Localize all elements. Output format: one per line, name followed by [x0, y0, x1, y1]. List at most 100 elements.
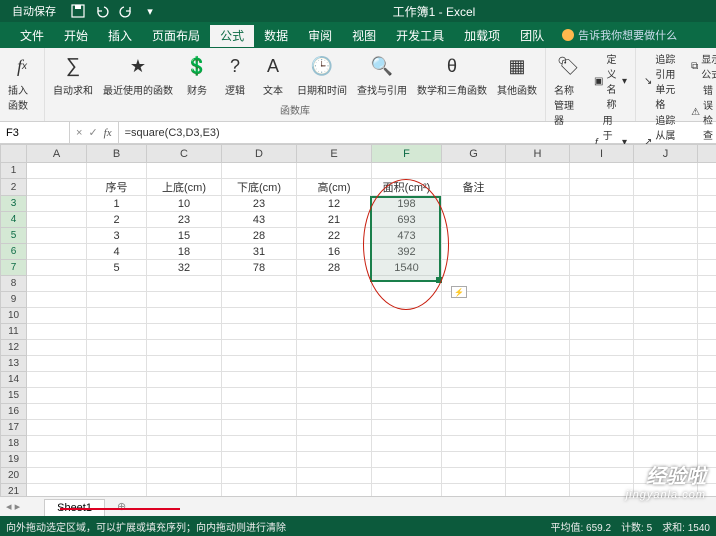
cell-E13[interactable] — [297, 356, 372, 372]
cell-J18[interactable] — [634, 436, 698, 452]
cell-D20[interactable] — [222, 468, 297, 484]
cell-D8[interactable] — [222, 276, 297, 292]
datetime-button[interactable]: 🕒日期和时间 — [293, 50, 351, 99]
cell-D11[interactable] — [222, 324, 297, 340]
sheet-nav-icon[interactable]: ◂ ▸ — [6, 500, 20, 513]
cell-H12[interactable] — [506, 340, 570, 356]
cell-J19[interactable] — [634, 452, 698, 468]
cell-A12[interactable] — [27, 340, 87, 356]
cell-B3[interactable]: 1 — [87, 196, 147, 212]
cell-I7[interactable] — [570, 260, 634, 276]
cell-G16[interactable] — [442, 404, 506, 420]
row-header-21[interactable]: 21 — [1, 484, 27, 497]
cell-B2[interactable]: 序号 — [87, 179, 147, 196]
cell-I18[interactable] — [570, 436, 634, 452]
cell-K2[interactable] — [698, 179, 716, 196]
cell-E18[interactable] — [297, 436, 372, 452]
cell-J8[interactable] — [634, 276, 698, 292]
cell-J7[interactable] — [634, 260, 698, 276]
row-header-5[interactable]: 5 — [1, 228, 27, 244]
ribbon-tab-10[interactable]: 团队 — [510, 25, 554, 47]
cell-D4[interactable]: 43 — [222, 212, 297, 228]
cell-H2[interactable] — [506, 179, 570, 196]
cell-K14[interactable] — [698, 372, 716, 388]
cell-J11[interactable] — [634, 324, 698, 340]
cell-K20[interactable] — [698, 468, 716, 484]
cell-H6[interactable] — [506, 244, 570, 260]
cell-F9[interactable] — [372, 292, 442, 308]
row-header-6[interactable]: 6 — [1, 244, 27, 260]
cell-K16[interactable] — [698, 404, 716, 420]
row-header-15[interactable]: 15 — [1, 388, 27, 404]
cell-K8[interactable] — [698, 276, 716, 292]
cell-J20[interactable] — [634, 468, 698, 484]
cell-C2[interactable]: 上底(cm) — [147, 179, 222, 196]
cell-H17[interactable] — [506, 420, 570, 436]
cell-F2[interactable]: 面积(cm²) — [372, 179, 442, 196]
cell-A15[interactable] — [27, 388, 87, 404]
save-icon[interactable] — [70, 3, 86, 19]
logical-button[interactable]: ?逻辑 — [217, 50, 253, 99]
cell-C14[interactable] — [147, 372, 222, 388]
cell-H18[interactable] — [506, 436, 570, 452]
cell-J12[interactable] — [634, 340, 698, 356]
cell-D5[interactable]: 28 — [222, 228, 297, 244]
cell-G2[interactable]: 备注 — [442, 179, 506, 196]
tell-me[interactable]: 告诉我你想要做什么 — [562, 27, 677, 43]
row-header-8[interactable]: 8 — [1, 276, 27, 292]
cell-G12[interactable] — [442, 340, 506, 356]
cell-E14[interactable] — [297, 372, 372, 388]
cell-K13[interactable] — [698, 356, 716, 372]
cell-G13[interactable] — [442, 356, 506, 372]
cell-H21[interactable] — [506, 484, 570, 497]
cell-F21[interactable] — [372, 484, 442, 497]
cell-I17[interactable] — [570, 420, 634, 436]
cell-C5[interactable]: 15 — [147, 228, 222, 244]
math-button[interactable]: θ数学和三角函数 — [413, 50, 491, 99]
cell-I4[interactable] — [570, 212, 634, 228]
row-header-10[interactable]: 10 — [1, 308, 27, 324]
cell-A1[interactable] — [27, 163, 87, 179]
cell-J10[interactable] — [634, 308, 698, 324]
col-header-D[interactable]: D — [222, 145, 297, 163]
sheet-add-button[interactable]: ⊕ — [117, 500, 126, 513]
cell-H5[interactable] — [506, 228, 570, 244]
cell-K17[interactable] — [698, 420, 716, 436]
row-header-7[interactable]: 7 — [1, 260, 27, 276]
cell-D12[interactable] — [222, 340, 297, 356]
cell-I1[interactable] — [570, 163, 634, 179]
cell-C4[interactable]: 23 — [147, 212, 222, 228]
cell-F17[interactable] — [372, 420, 442, 436]
cell-H19[interactable] — [506, 452, 570, 468]
row-header-3[interactable]: 3 — [1, 196, 27, 212]
row-header-4[interactable]: 4 — [1, 212, 27, 228]
cell-F7[interactable]: 1540 — [372, 260, 442, 276]
ribbon-tab-8[interactable]: 开发工具 — [386, 25, 454, 47]
cell-A2[interactable] — [27, 179, 87, 196]
cell-G21[interactable] — [442, 484, 506, 497]
cell-E11[interactable] — [297, 324, 372, 340]
cell-H10[interactable] — [506, 308, 570, 324]
cell-H20[interactable] — [506, 468, 570, 484]
row-header-1[interactable]: 1 — [1, 163, 27, 179]
cell-D21[interactable] — [222, 484, 297, 497]
cell-C20[interactable] — [147, 468, 222, 484]
cell-E4[interactable]: 21 — [297, 212, 372, 228]
cell-B10[interactable] — [87, 308, 147, 324]
cell-E5[interactable]: 22 — [297, 228, 372, 244]
recent-button[interactable]: ★最近使用的函数 — [99, 50, 177, 99]
cell-G7[interactable] — [442, 260, 506, 276]
cell-I21[interactable] — [570, 484, 634, 497]
cell-B19[interactable] — [87, 452, 147, 468]
col-header-I[interactable]: I — [570, 145, 634, 163]
name-manager-button[interactable]: 🏷名称管理器 — [550, 50, 586, 129]
cell-A8[interactable] — [27, 276, 87, 292]
cell-I15[interactable] — [570, 388, 634, 404]
cell-I6[interactable] — [570, 244, 634, 260]
cell-F14[interactable] — [372, 372, 442, 388]
cell-B18[interactable] — [87, 436, 147, 452]
row-header-20[interactable]: 20 — [1, 468, 27, 484]
cell-I19[interactable] — [570, 452, 634, 468]
cell-F11[interactable] — [372, 324, 442, 340]
cell-D10[interactable] — [222, 308, 297, 324]
